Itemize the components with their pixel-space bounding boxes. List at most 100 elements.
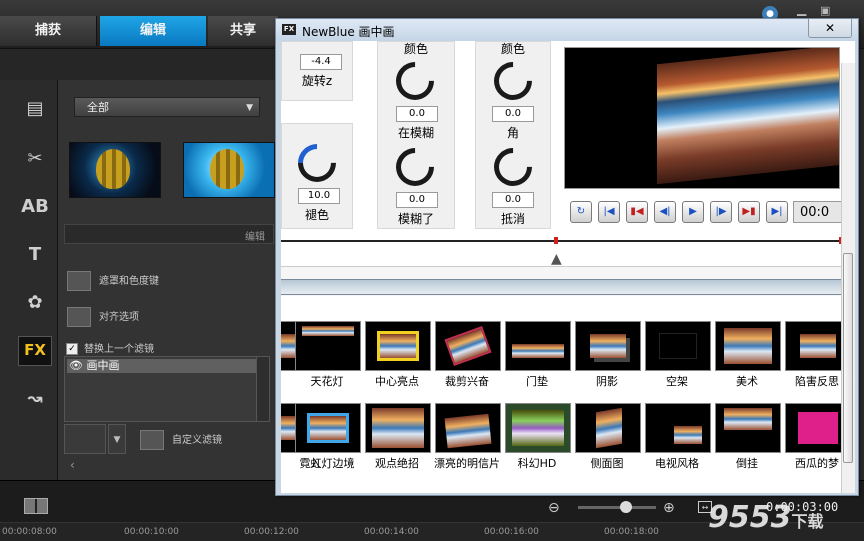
prev-frame-button[interactable]: ◀| [654,201,676,223]
keyframe-track[interactable] [281,240,855,242]
option-label: 遮罩和色度键 [99,276,159,287]
ruler-tick: 00:00:14:00 [364,527,419,537]
fx-badge-icon: FX [282,24,296,35]
custom-filter-icon [140,430,164,450]
preset-label: 裁剪兴奋 [445,375,489,388]
graphics-icon[interactable]: ✿ [20,290,50,316]
blur-in-knob[interactable] [388,54,442,108]
vertical-scrollbar-thumb[interactable] [843,253,853,463]
applied-filter-list[interactable]: 👁 画中画 [64,356,270,422]
preset-item[interactable]: 观点绝招 [363,403,431,477]
offset-value[interactable]: 0.0 [492,192,534,208]
preset-item[interactable]: 霓虹灯边境 [293,403,361,477]
mark-out-button[interactable]: ▶▮ [738,201,760,223]
balloon-image [210,149,244,189]
filter-thumbnail[interactable] [183,142,275,198]
preset-item[interactable]: 美术 [713,321,781,395]
dialog-title: NewBlue 画中画 [302,25,395,39]
preset-item[interactable]: 科幻HD [503,403,571,477]
preset-label: 天花灯 [310,375,344,388]
storyboard-view-icon[interactable] [24,498,48,514]
mask-icon [67,271,91,291]
preset-thumbnail [505,321,571,371]
custom-filter-button[interactable]: 自定义滤镜 [140,430,222,450]
preset-item[interactable]: 阴影 [573,321,641,395]
edit-label: 编辑 [245,232,265,243]
preset-item[interactable]: 倒挂 [713,403,781,477]
preset-item[interactable]: 电视风格 [643,403,711,477]
blur-in-value[interactable]: 0.0 [396,106,438,122]
newblue-pip-dialog: FX NewBlue 画中画 ✕ -4.4 旋转z 10.0 褪色 颜色 0.0… [275,18,859,496]
keyframe-marker[interactable] [554,237,558,244]
rotate-z-value[interactable]: -4.4 [300,54,342,70]
transition-icon[interactable]: AB [20,194,50,220]
preset-item[interactable]: 裁剪兴奋 [433,321,501,395]
go-end-button[interactable]: ▶| [766,201,788,223]
preset-box[interactable] [64,424,106,454]
offset-knob[interactable] [486,140,540,194]
playhead-icon[interactable]: ▲ [551,251,562,267]
preset-thumbnail [715,403,781,453]
title-icon[interactable]: T [20,242,50,268]
dialog-titlebar[interactable]: FX NewBlue 画中画 ✕ [276,19,858,41]
rotate-z-label: 旋转z [301,74,333,88]
tab-edit[interactable]: 编辑 [100,16,206,46]
next-frame-button[interactable]: |▶ [710,201,732,223]
close-button[interactable]: ✕ [808,19,852,38]
preset-item[interactable]: 门垫 [503,321,571,395]
angle-value[interactable]: 0.0 [492,106,534,122]
checkbox-label: 替换上一个滤镜 [84,344,154,355]
zoom-in-icon[interactable]: ⊕ [663,500,675,516]
preview-window [564,47,840,189]
fade-value[interactable]: 10.0 [298,188,340,204]
blur-value[interactable]: 0.0 [396,192,438,208]
library-edit-bar[interactable]: 编辑 [64,224,274,244]
library-filter-dropdown[interactable]: 全部 ▼ [74,97,260,117]
go-start-button[interactable]: |◀ [598,201,620,223]
zoom-slider-handle[interactable] [620,501,632,513]
list-scrollbar[interactable] [256,357,269,421]
preset-label: 电视风格 [655,457,699,470]
filter-thumbnail[interactable] [69,142,161,198]
maximize-icon[interactable]: ▣ [820,4,830,17]
preset-thumbnail [435,321,501,371]
zoom-out-icon[interactable]: ⊖ [548,500,560,516]
fx-icon[interactable]: FX [18,336,52,366]
mark-in-button[interactable]: ▮◀ [626,201,648,223]
path-icon[interactable]: ↝ [20,386,50,412]
checkbox-box[interactable]: ✓ [66,343,78,355]
preset-grid: 天花灯 中心亮点 裁剪兴奋 门垫 阴影 空架 美术 陷害反思 入 霓虹灯边境 观… [281,321,855,487]
fade-group: 10.0 褪色 [281,123,353,229]
blur-knob[interactable] [388,140,442,194]
filter-list-item[interactable]: 👁 画中画 [67,359,257,373]
angle-knob[interactable] [486,54,540,108]
dialog-body: -4.4 旋转z 10.0 褪色 颜色 0.0 在模糊 0.0 模糊了 颜色 0… [281,41,855,493]
chevron-down-icon[interactable]: ▼ [108,424,126,454]
loop-button[interactable]: ↻ [570,201,592,223]
preset-thumbnail [295,321,361,371]
mask-chroma-key-option[interactable]: 遮罩和色度键 [67,271,159,293]
preset-item[interactable]: 中心亮点 [363,321,431,395]
zoom-slider[interactable] [578,506,656,509]
tab-capture[interactable]: 捕获 [0,16,97,46]
preset-label: 中心亮点 [375,375,419,388]
preset-item[interactable]: 天花灯 [293,321,361,395]
preset-item[interactable]: 侧面图 [573,403,641,477]
chevron-left-icon[interactable]: ‹ [70,458,75,472]
fade-knob[interactable] [290,136,344,190]
fade-label: 褪色 [304,208,329,222]
replace-last-filter-checkbox[interactable]: ✓ 替换上一个滤镜 [66,340,154,355]
preset-thumbnail [505,403,571,453]
align-option[interactable]: 对齐选项 [67,307,139,329]
tab-share[interactable]: 共享 [208,16,278,46]
preset-item[interactable]: 漂亮的明信片 [433,403,501,477]
track-divider[interactable] [281,279,855,295]
angle-label: 角 [506,126,519,140]
color-label: 颜色 [500,42,525,56]
play-button[interactable]: ▶ [682,201,704,223]
ruler-tick: 00:00:16:00 [484,527,539,537]
instant-project-icon[interactable]: ✂ [20,146,50,172]
minimize-icon[interactable]: ▁ [797,2,806,16]
media-icon[interactable]: ▤ [20,96,50,122]
preset-item[interactable]: 空架 [643,321,711,395]
